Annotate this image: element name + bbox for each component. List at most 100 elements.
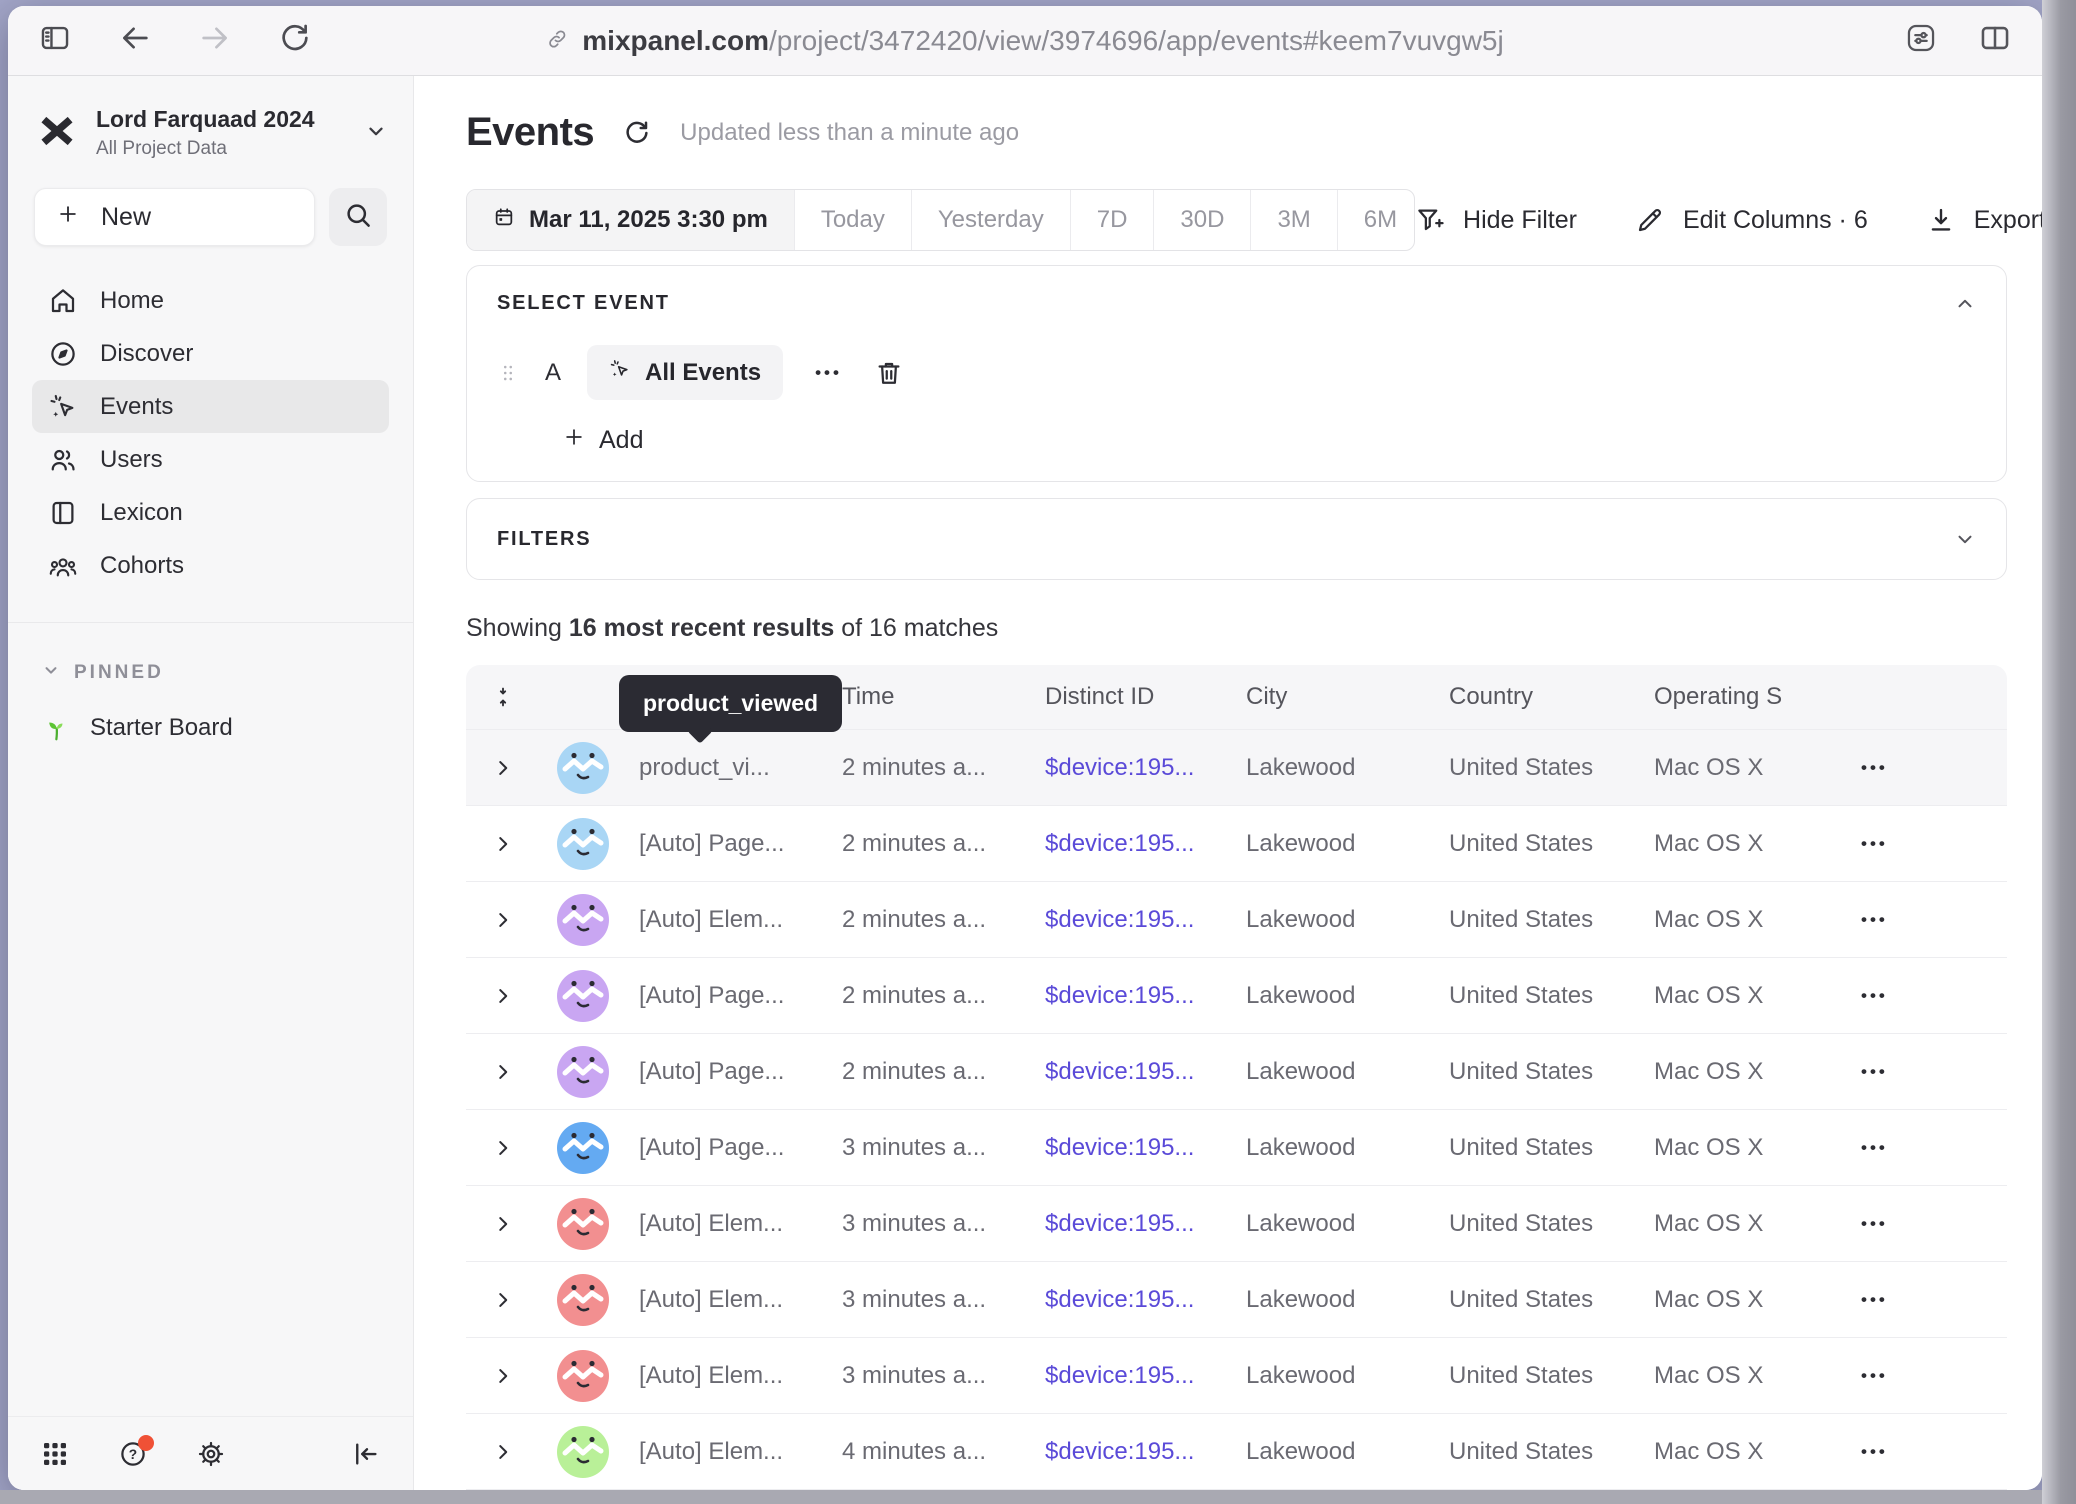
cell-distinct-id-link[interactable]: $device:195... <box>1045 1134 1246 1162</box>
preset-today[interactable]: Today <box>794 190 911 250</box>
expand-row-chevron-icon[interactable] <box>466 757 539 779</box>
project-name: Lord Farquaad 2024 <box>96 106 315 134</box>
row-overflow-menu[interactable]: ••• <box>1829 910 2007 930</box>
sidebar-item-discover[interactable]: Discover <box>32 327 389 380</box>
date-picker-button[interactable]: Mar 11, 2025 3:30 pm <box>467 190 794 250</box>
trash-icon[interactable] <box>874 358 904 388</box>
add-event-button[interactable]: Add <box>563 426 643 455</box>
chevron-down-icon <box>42 661 60 685</box>
preset-yesterday[interactable]: Yesterday <box>911 190 1070 250</box>
cell-country: United States <box>1449 1438 1654 1466</box>
cell-country: United States <box>1449 906 1654 934</box>
expand-row-chevron-icon[interactable] <box>466 1441 539 1463</box>
pinned-section-header[interactable]: PINNED <box>8 661 413 685</box>
sidebar-item-cohorts[interactable]: Cohorts <box>32 539 389 592</box>
cell-os: Mac OS X <box>1654 1286 1829 1314</box>
settings-gear-icon[interactable] <box>196 1439 226 1469</box>
cell-distinct-id-link[interactable]: $device:195... <box>1045 1286 1246 1314</box>
table-row[interactable]: [Auto] Elem... 3 minutes a... $device:19… <box>466 1337 2007 1413</box>
row-overflow-menu[interactable]: ••• <box>1829 1214 2007 1234</box>
reload-icon[interactable] <box>278 21 312 60</box>
apps-grid-icon[interactable] <box>40 1439 70 1469</box>
row-overflow-menu[interactable]: ••• <box>1829 1138 2007 1158</box>
row-overflow-menu[interactable]: ••• <box>1829 758 2007 778</box>
row-overflow-menu[interactable]: ••• <box>1829 1366 2007 1386</box>
refresh-icon[interactable] <box>622 118 652 148</box>
chevron-down-icon[interactable] <box>1954 528 1976 550</box>
hide-filter-button[interactable]: Hide Filter <box>1415 205 1577 235</box>
cell-distinct-id-link[interactable]: $device:195... <box>1045 1058 1246 1086</box>
cell-event-name: [Auto] Page... <box>639 1058 842 1086</box>
sort-icon[interactable] <box>466 686 539 708</box>
expand-row-chevron-icon[interactable] <box>466 1289 539 1311</box>
cell-os: Mac OS X <box>1654 1134 1829 1162</box>
events-table: product_viewed Time Distinct ID City Cou… <box>466 665 2007 1490</box>
row-overflow-menu[interactable]: ••• <box>1829 834 2007 854</box>
table-row[interactable]: [Auto] Elem... 3 minutes a... $device:19… <box>466 1185 2007 1261</box>
window-edge <box>2042 0 2076 1504</box>
project-switcher[interactable]: Lord Farquaad 2024 All Project Data <box>8 76 413 168</box>
sidebar-item-home[interactable]: Home <box>32 274 389 327</box>
edit-columns-button[interactable]: Edit Columns · 6 <box>1635 205 1868 235</box>
expand-row-chevron-icon[interactable] <box>466 909 539 931</box>
row-overflow-menu[interactable]: ••• <box>1829 1062 2007 1082</box>
sidebar-item-users[interactable]: Users <box>32 433 389 486</box>
cell-event-name: [Auto] Elem... <box>639 1286 842 1314</box>
expand-row-chevron-icon[interactable] <box>466 1213 539 1235</box>
table-row[interactable]: [Auto] Page... 2 minutes a... $device:19… <box>466 957 2007 1033</box>
event-overflow-menu[interactable]: ••• <box>809 363 848 383</box>
chevron-up-icon[interactable] <box>1954 293 1976 315</box>
avatar <box>539 1122 639 1174</box>
cell-distinct-id-link[interactable]: $device:195... <box>1045 754 1246 782</box>
cell-distinct-id-link[interactable]: $device:195... <box>1045 982 1246 1010</box>
cell-event-name: [Auto] Elem... <box>639 1210 842 1238</box>
preset-7d[interactable]: 7D <box>1070 190 1154 250</box>
sidebar-item-lexicon[interactable]: Lexicon <box>32 486 389 539</box>
table-row[interactable]: [Auto] Page... 2 minutes a... $device:19… <box>466 805 2007 881</box>
cell-city: Lakewood <box>1246 1058 1449 1086</box>
cell-distinct-id-link[interactable]: $device:195... <box>1045 1362 1246 1390</box>
address-bar[interactable]: mixpanel.com/project/3472420/view/397469… <box>546 6 1503 76</box>
expand-row-chevron-icon[interactable] <box>466 985 539 1007</box>
collapse-sidebar-icon[interactable] <box>351 1439 381 1469</box>
sidebar-item-starter-board[interactable]: Starter Board <box>8 713 413 743</box>
preset-6m[interactable]: 6M <box>1337 190 1415 250</box>
preset-30d[interactable]: 30D <box>1153 190 1250 250</box>
sidebar-nav: Home Discover Events <box>8 274 413 592</box>
sidebar-item-events[interactable]: Events <box>32 380 389 433</box>
table-row[interactable]: [Auto] Page... 3 minutes a... $device:19… <box>466 1109 2007 1185</box>
cell-distinct-id-link[interactable]: $device:195... <box>1045 906 1246 934</box>
back-icon[interactable] <box>118 21 152 60</box>
expand-row-chevron-icon[interactable] <box>466 833 539 855</box>
table-row[interactable]: [Auto] Elem... 3 minutes a... $device:19… <box>466 1261 2007 1337</box>
filters-panel: FILTERS <box>466 498 2007 580</box>
sidebar-toggle-icon[interactable] <box>38 21 72 60</box>
row-overflow-menu[interactable]: ••• <box>1829 986 2007 1006</box>
search-button[interactable] <box>329 188 387 246</box>
filter-plus-icon <box>1415 205 1445 235</box>
table-row[interactable]: [Auto] Page... 2 minutes a... $device:19… <box>466 1033 2007 1109</box>
new-button[interactable]: New <box>34 188 315 246</box>
export-button[interactable]: Export <box>1926 205 2042 235</box>
all-events-chip[interactable]: All Events <box>587 345 783 400</box>
cell-distinct-id-link[interactable]: $device:195... <box>1045 830 1246 858</box>
cell-city: Lakewood <box>1246 1286 1449 1314</box>
table-row[interactable]: [Auto] Elem... 4 minutes a... $device:19… <box>466 1413 2007 1489</box>
row-overflow-menu[interactable]: ••• <box>1829 1290 2007 1310</box>
cell-distinct-id-link[interactable]: $device:195... <box>1045 1210 1246 1238</box>
split-view-icon[interactable] <box>1978 21 2012 60</box>
expand-row-chevron-icon[interactable] <box>466 1137 539 1159</box>
download-icon <box>1926 205 1956 235</box>
table-row[interactable]: [Auto] Elem... 2 minutes a... $device:19… <box>466 881 2007 957</box>
all-events-label: All Events <box>645 359 761 387</box>
cell-os: Mac OS X <box>1654 906 1829 934</box>
expand-row-chevron-icon[interactable] <box>466 1061 539 1083</box>
expand-row-chevron-icon[interactable] <box>466 1365 539 1387</box>
drag-handle-icon[interactable] <box>497 362 519 384</box>
row-overflow-menu[interactable]: ••• <box>1829 1442 2007 1462</box>
preset-3m[interactable]: 3M <box>1250 190 1336 250</box>
cell-distinct-id-link[interactable]: $device:195... <box>1045 1438 1246 1466</box>
help-button[interactable]: ? <box>118 1439 148 1469</box>
results-summary: Showing 16 most recent results of 16 mat… <box>466 614 2042 643</box>
tune-icon[interactable] <box>1904 21 1938 60</box>
